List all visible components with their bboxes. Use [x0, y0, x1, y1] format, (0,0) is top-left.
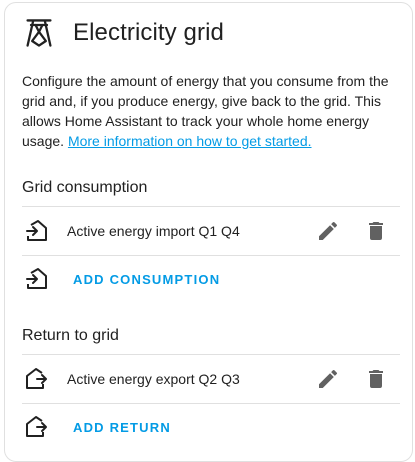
grid-consumption-title: Grid consumption: [22, 179, 148, 196]
transmission-import-icon: [24, 219, 48, 243]
electricity-grid-card: Electricity grid Configure the amount of…: [4, 2, 413, 462]
add-return-row: ADD RETURN: [22, 403, 400, 451]
more-info-link[interactable]: More information on how to get started.: [68, 133, 312, 149]
transmission-tower-icon: [25, 17, 53, 49]
add-consumption-button[interactable]: ADD CONSUMPTION: [73, 272, 220, 287]
transmission-import-icon: [24, 267, 48, 291]
edit-consumption-pencil-icon[interactable]: [316, 219, 340, 243]
edit-return-pencil-icon[interactable]: [316, 367, 340, 391]
add-return-button[interactable]: ADD RETURN: [73, 420, 171, 435]
return-source-label: Active energy export Q2 Q3: [67, 371, 240, 387]
delete-consumption-trash-icon[interactable]: [364, 219, 388, 243]
card-header: Electricity grid: [25, 17, 224, 49]
transmission-export-icon: [24, 367, 48, 391]
add-consumption-row: ADD CONSUMPTION: [22, 255, 400, 303]
return-to-grid-title: Return to grid: [22, 327, 119, 344]
card-description: Configure the amount of energy that you …: [22, 71, 402, 151]
card-title: Electricity grid: [73, 19, 224, 46]
return-source-row: Active energy export Q2 Q3: [22, 355, 400, 403]
consumption-source-label: Active energy import Q1 Q4: [67, 223, 240, 239]
delete-return-trash-icon[interactable]: [364, 367, 388, 391]
transmission-export-icon: [24, 415, 48, 439]
consumption-source-row: Active energy import Q1 Q4: [22, 207, 400, 255]
